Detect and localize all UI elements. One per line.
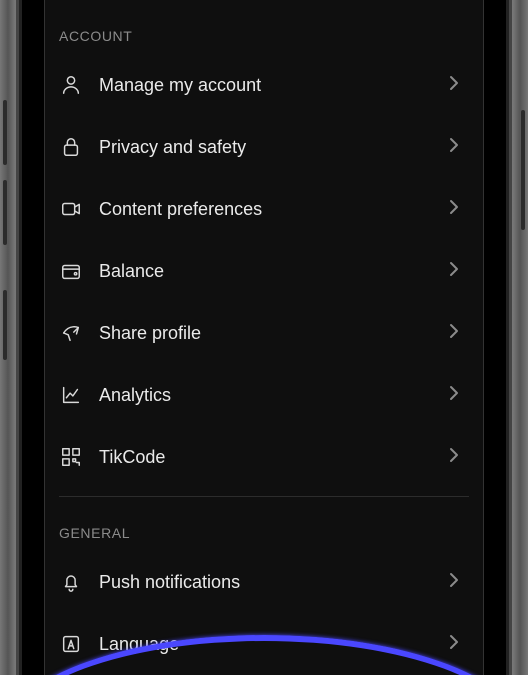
analytics-icon bbox=[59, 383, 83, 407]
share-icon bbox=[59, 321, 83, 345]
row-tikcode[interactable]: TikCode bbox=[59, 426, 469, 488]
lock-icon bbox=[59, 135, 83, 159]
row-privacy[interactable]: Privacy and safety bbox=[59, 116, 469, 178]
row-label: Content preferences bbox=[83, 199, 449, 220]
volume-down-button bbox=[3, 180, 7, 245]
row-label: TikCode bbox=[83, 447, 449, 468]
video-icon bbox=[59, 197, 83, 221]
volume-up-button bbox=[3, 100, 7, 165]
chevron-right-icon bbox=[449, 447, 469, 468]
row-content-prefs[interactable]: Content preferences bbox=[59, 178, 469, 240]
chevron-right-icon bbox=[449, 572, 469, 593]
section-header-general: GENERAL bbox=[59, 497, 469, 551]
chevron-right-icon bbox=[449, 385, 469, 406]
row-analytics[interactable]: Analytics bbox=[59, 364, 469, 426]
language-icon bbox=[59, 632, 83, 656]
chevron-right-icon bbox=[449, 323, 469, 344]
row-manage-account[interactable]: Manage my account bbox=[59, 54, 469, 116]
screen: ACCOUNT Manage my account Privacy and sa… bbox=[44, 0, 484, 675]
section-header-account: ACCOUNT bbox=[59, 0, 469, 54]
row-balance[interactable]: Balance bbox=[59, 240, 469, 302]
power-button bbox=[521, 110, 525, 230]
side-switch bbox=[3, 290, 7, 360]
chevron-right-icon bbox=[449, 634, 469, 655]
phone-frame: ACCOUNT Manage my account Privacy and sa… bbox=[0, 0, 528, 675]
row-label: Manage my account bbox=[83, 75, 449, 96]
row-share-profile[interactable]: Share profile bbox=[59, 302, 469, 364]
wallet-icon bbox=[59, 259, 83, 283]
person-icon bbox=[59, 73, 83, 97]
row-label: Share profile bbox=[83, 323, 449, 344]
row-label: Balance bbox=[83, 261, 449, 282]
chevron-right-icon bbox=[449, 137, 469, 158]
row-push-notifications[interactable]: Push notifications bbox=[59, 551, 469, 613]
chevron-right-icon bbox=[449, 261, 469, 282]
chevron-right-icon bbox=[449, 75, 469, 96]
settings-list: ACCOUNT Manage my account Privacy and sa… bbox=[45, 0, 483, 675]
chevron-right-icon bbox=[449, 199, 469, 220]
qr-icon bbox=[59, 445, 83, 469]
row-label: Push notifications bbox=[83, 572, 449, 593]
row-label: Privacy and safety bbox=[83, 137, 449, 158]
bell-icon bbox=[59, 570, 83, 594]
row-label: Analytics bbox=[83, 385, 449, 406]
